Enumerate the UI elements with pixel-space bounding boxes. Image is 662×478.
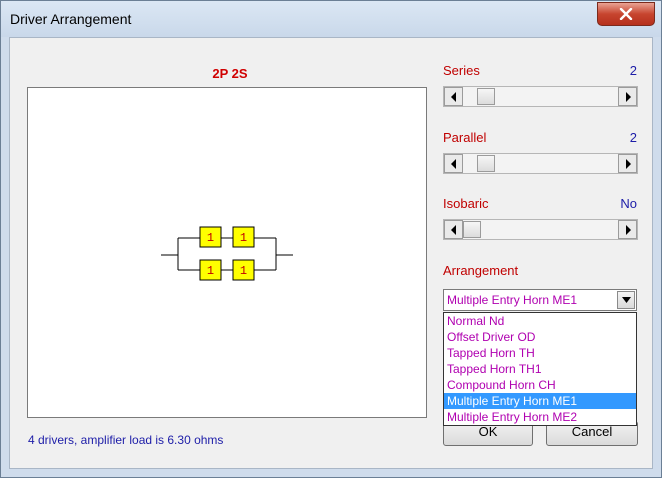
driver-box: 1	[199, 259, 222, 281]
dropdown-option[interactable]: Normal Nd	[444, 313, 636, 329]
isobaric-scrollbar[interactable]	[443, 219, 638, 240]
arrangement-combobox[interactable]: Multiple Entry Horn ME1	[443, 289, 637, 311]
status-text: 4 drivers, amplifier load is 6.30 ohms	[28, 433, 224, 447]
series-value: 2	[629, 63, 637, 78]
dropdown-option[interactable]: Tapped Horn TH	[444, 345, 636, 361]
isobaric-label: Isobaric	[443, 196, 489, 211]
driver-label: 1	[207, 231, 214, 245]
isobaric-scroll-thumb[interactable]	[463, 221, 481, 238]
close-icon	[619, 8, 633, 20]
dialog-client-area: 2P 2S 1 1 1 1 4 drivers, amplifier load …	[9, 37, 653, 469]
dropdown-option-selected[interactable]: Multiple Entry Horn ME1	[444, 393, 636, 409]
dropdown-option[interactable]: Tapped Horn TH1	[444, 361, 636, 377]
driver-arrangement-dialog: Driver Arrangement 2P 2S 1 1 1 1 4 drive…	[0, 0, 662, 478]
isobaric-value: No	[620, 196, 637, 211]
driver-label: 1	[240, 231, 247, 245]
scroll-right-arrow-icon[interactable]	[618, 87, 637, 106]
series-scroll-thumb[interactable]	[477, 88, 495, 105]
parallel-label: Parallel	[443, 130, 487, 145]
scroll-right-arrow-icon[interactable]	[618, 154, 637, 173]
arrangement-selected-value: Multiple Entry Horn ME1	[447, 293, 578, 307]
diagram-title: 2P 2S	[212, 66, 248, 81]
title-bar[interactable]: Driver Arrangement	[1, 1, 661, 37]
parallel-scroll-thumb[interactable]	[477, 155, 495, 172]
series-label: Series	[443, 63, 480, 78]
driver-label: 1	[207, 264, 214, 278]
dropdown-option[interactable]: Offset Driver OD	[444, 329, 636, 345]
wiring-diagram: 1 1 1 1	[161, 226, 293, 281]
series-scrollbar[interactable]	[443, 86, 638, 107]
driver-box: 1	[199, 226, 222, 248]
arrangement-label: Arrangement	[443, 263, 519, 278]
close-button[interactable]	[597, 2, 655, 26]
scroll-left-arrow-icon[interactable]	[444, 154, 463, 173]
parallel-scrollbar[interactable]	[443, 153, 638, 174]
wiring-diagram-canvas: 1 1 1 1	[27, 87, 427, 418]
parallel-value: 2	[629, 130, 637, 145]
dropdown-option[interactable]: Compound Horn CH	[444, 377, 636, 393]
window-title: Driver Arrangement	[10, 11, 132, 27]
dropdown-button[interactable]	[617, 291, 635, 309]
arrangement-dropdown-list: Normal Nd Offset Driver OD Tapped Horn T…	[443, 312, 637, 426]
driver-box: 1	[232, 259, 255, 281]
dropdown-option[interactable]: Multiple Entry Horn ME2	[444, 409, 636, 425]
scroll-left-arrow-icon[interactable]	[444, 87, 463, 106]
chevron-down-icon	[622, 297, 631, 303]
scroll-right-arrow-icon[interactable]	[618, 220, 637, 239]
driver-label: 1	[240, 264, 247, 278]
scroll-left-arrow-icon[interactable]	[444, 220, 463, 239]
driver-box: 1	[232, 226, 255, 248]
